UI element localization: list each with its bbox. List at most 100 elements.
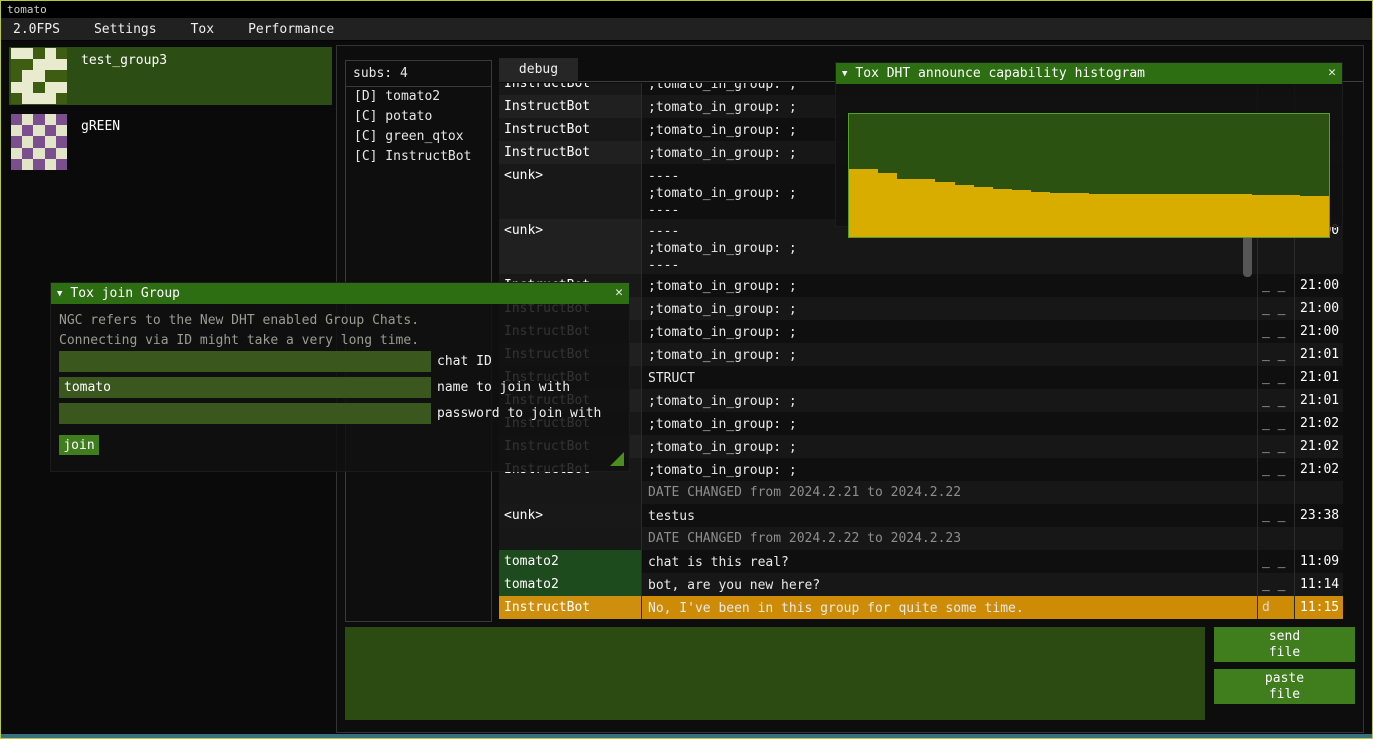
join-info-line2: Connecting via ID might take a very long…	[59, 331, 621, 351]
histogram-window-titlebar[interactable]: ▼ Tox DHT announce capability histogram …	[836, 63, 1342, 84]
histogram-bar	[1137, 194, 1147, 237]
message-time: 11:14	[1295, 573, 1343, 596]
histogram-window-body	[836, 84, 1342, 226]
histogram-bar	[935, 182, 945, 237]
tab-debug[interactable]: debug	[499, 58, 578, 82]
window-bottom-border	[1, 734, 1372, 738]
close-icon[interactable]: ✕	[615, 285, 623, 300]
histogram-bar	[1223, 194, 1233, 237]
histogram-bar	[1060, 193, 1070, 237]
histogram-bar	[974, 187, 984, 237]
histogram-bar	[1003, 189, 1013, 237]
histogram-bar	[1252, 195, 1262, 237]
message-text: chat is this real?	[642, 550, 1258, 573]
resize-grip-icon[interactable]	[610, 452, 624, 466]
histogram-window: ▼ Tox DHT announce capability histogram …	[836, 63, 1342, 226]
histogram-bar	[1175, 194, 1185, 237]
join-password-input[interactable]	[59, 403, 431, 424]
message-status: _ _	[1258, 366, 1295, 389]
histogram-bar	[849, 169, 859, 237]
histogram-plot	[848, 113, 1330, 238]
chat-id-label: chat ID	[437, 354, 492, 369]
menu-item-tox[interactable]: Tox	[179, 19, 226, 40]
histogram-bar	[1041, 192, 1051, 238]
group-item-gREEN[interactable]: gREEN	[9, 113, 332, 171]
join-info-line1: NGC refers to the New DHT enabled Group …	[59, 311, 621, 331]
menu-item-settings[interactable]: Settings	[82, 19, 169, 40]
message-text: DATE CHANGED from 2024.2.22 to 2024.2.23	[642, 527, 1258, 550]
histogram-bar	[868, 169, 878, 237]
message-time	[1295, 527, 1343, 550]
collapse-arrow-icon[interactable]: ▼	[842, 69, 847, 79]
histogram-bar	[859, 169, 869, 237]
sub-member[interactable]: [D] tomato2	[346, 87, 491, 107]
group-name: test_group3	[81, 53, 167, 105]
join-window-titlebar[interactable]: ▼ Tox join Group ✕	[51, 283, 629, 304]
message-text: bot, are you new here?	[642, 573, 1258, 596]
group-avatar	[11, 48, 67, 104]
message-status: _ _	[1258, 320, 1295, 343]
chat-id-input[interactable]	[59, 351, 431, 372]
chat-date-row[interactable]: DATE CHANGED from 2024.2.21 to 2024.2.22	[499, 481, 1343, 504]
message-time: 21:01	[1295, 366, 1343, 389]
message-time: 21:02	[1295, 435, 1343, 458]
sub-member[interactable]: [C] potato	[346, 107, 491, 127]
menu-item-performance[interactable]: Performance	[236, 19, 346, 40]
chat-message-row[interactable]: tomato2bot, are you new here?_ _11:14	[499, 573, 1343, 596]
histogram-bar	[945, 182, 955, 237]
window-titlebar[interactable]: tomato	[1, 1, 1372, 18]
histogram-bar	[1022, 190, 1032, 237]
histogram-bar	[1070, 193, 1080, 237]
join-window-title: Tox join Group	[70, 286, 180, 301]
histogram-bar	[1079, 193, 1089, 237]
sender-name: tomato2	[499, 573, 642, 596]
message-text: ;tomato_in_group: ;	[642, 389, 1258, 412]
histogram-bar	[1146, 194, 1156, 237]
message-text: ;tomato_in_group: ;	[642, 412, 1258, 435]
histogram-bar	[1262, 195, 1272, 237]
paste-file-button[interactable]: paste file	[1214, 669, 1355, 704]
sender-name: <unk>	[499, 219, 642, 274]
histogram-bar	[1233, 194, 1243, 237]
sender-name	[499, 481, 642, 504]
sub-member[interactable]: [C] green_qtox	[346, 127, 491, 147]
send-file-button[interactable]: send file	[1214, 627, 1355, 662]
histogram-bar	[1098, 194, 1108, 237]
collapse-arrow-icon[interactable]: ▼	[57, 289, 62, 299]
histogram-bar	[1194, 194, 1204, 237]
histogram-bar	[926, 179, 936, 237]
histogram-bar	[1166, 194, 1176, 237]
histogram-bar	[1242, 194, 1252, 237]
message-time: 23:38	[1295, 504, 1343, 527]
sender-name: tomato2	[499, 550, 642, 573]
sender-name: InstructBot	[499, 95, 642, 118]
sub-member[interactable]: [C] InstructBot	[346, 147, 491, 167]
histogram-bar	[993, 189, 1003, 237]
sender-name: <unk>	[499, 504, 642, 527]
join-window-body: NGC refers to the New DHT enabled Group …	[51, 304, 629, 471]
app-window: tomato 2.0FPS Settings Tox Performance test…	[0, 0, 1373, 739]
histogram-bar	[1050, 193, 1060, 237]
chat-message-row[interactable]: tomato2chat is this real?_ _11:09	[499, 550, 1343, 573]
chat-date-row[interactable]: DATE CHANGED from 2024.2.22 to 2024.2.23	[499, 527, 1343, 550]
sender-name: <unk>	[499, 164, 642, 219]
message-time	[1295, 481, 1343, 504]
histogram-bar	[1281, 195, 1291, 237]
menu-item-2-0fps[interactable]: 2.0FPS	[1, 19, 72, 40]
message-text: No, I've been in this group for quite so…	[642, 596, 1258, 619]
histogram-bar	[1012, 190, 1022, 237]
chat-message-row[interactable]: <unk>testus_ _23:38	[499, 504, 1343, 527]
sender-name: InstructBot	[499, 83, 642, 95]
chat-message-row[interactable]: InstructBotNo, I've been in this group f…	[499, 596, 1343, 619]
histogram-bar	[1156, 194, 1166, 237]
join-name-input[interactable]	[59, 377, 431, 398]
histogram-bar	[1310, 196, 1320, 237]
histogram-bar	[1214, 194, 1224, 237]
histogram-window-title: Tox DHT announce capability histogram	[855, 66, 1145, 81]
group-item-test_group3[interactable]: test_group3	[9, 47, 332, 105]
group-name: gREEN	[81, 119, 120, 171]
message-status: _ _	[1258, 297, 1295, 320]
message-input[interactable]	[345, 627, 1205, 720]
close-icon[interactable]: ✕	[1328, 65, 1336, 80]
join-button[interactable]: join	[59, 435, 99, 455]
